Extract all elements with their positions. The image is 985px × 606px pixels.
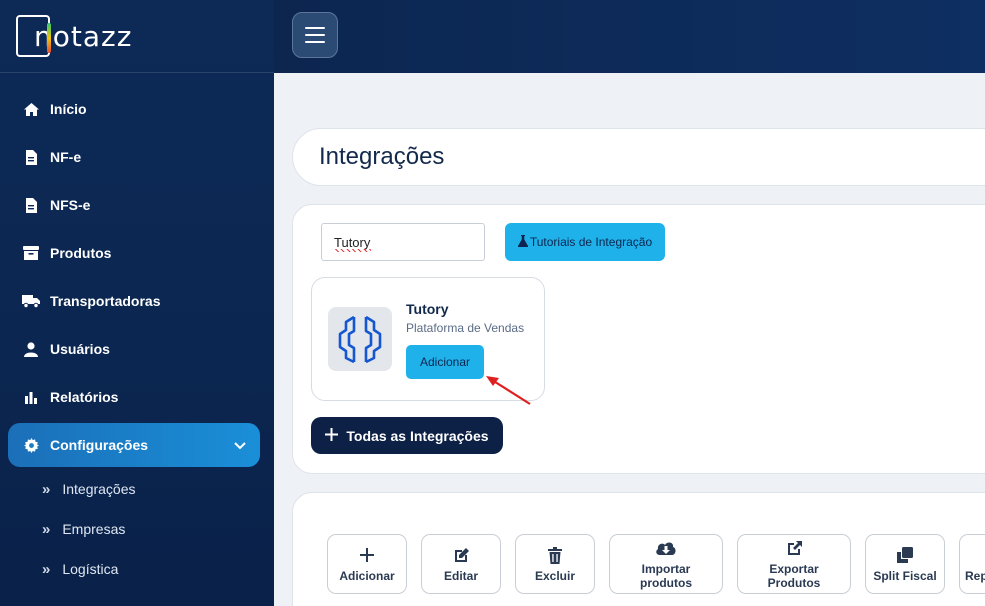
brand-logo[interactable]: notazz	[16, 15, 132, 57]
toolbar-button-label: Repl	[965, 569, 985, 583]
file-icon	[22, 149, 40, 165]
page-title-card: Integrações	[292, 128, 985, 186]
replicate-button[interactable]: Repl	[959, 534, 985, 594]
sidebar-item-label: Usuários	[50, 341, 110, 357]
bar-chart-icon	[22, 389, 40, 405]
toolbar-button-label: Split Fiscal	[873, 569, 937, 583]
toolbar-button-label: Excluir	[534, 569, 576, 583]
gear-icon	[22, 437, 40, 453]
home-icon	[22, 101, 40, 117]
archive-icon	[22, 245, 40, 261]
sidebar-item-produtos[interactable]: Produtos	[0, 229, 274, 277]
toolbar-button-label: Adicionar	[339, 569, 395, 583]
import-products-button[interactable]: Importar produtos	[609, 534, 723, 594]
sidebar-item-label: Configurações	[50, 437, 149, 453]
delete-product-button[interactable]: Excluir	[515, 534, 595, 594]
toolbar-button-label: Exportar Produtos	[767, 562, 821, 590]
hamburger-icon	[305, 27, 325, 29]
external-link-icon	[786, 538, 803, 558]
add-product-button[interactable]: Adicionar	[327, 534, 407, 594]
sidebar-item-nfe[interactable]: NF-e	[0, 133, 274, 181]
sidebar-item-label: Início	[50, 101, 87, 117]
submenu-item-label: Integrações	[62, 481, 136, 497]
sidebar-submenu: » Integrações » Empresas » Logística	[0, 469, 274, 589]
logo-row: notazz	[0, 0, 274, 73]
hamburger-icon	[305, 41, 325, 43]
integration-subtitle: Plataforma de Vendas	[406, 321, 525, 335]
plus-icon	[325, 427, 339, 444]
split-fiscal-button[interactable]: Split Fiscal	[865, 534, 945, 594]
sidebar: notazz Início NF-e NFS-e Produtos Transp…	[0, 0, 274, 606]
sidebar-item-label: Transportadoras	[50, 293, 161, 309]
submenu-item-logistica[interactable]: » Logística	[0, 549, 274, 589]
sidebar-item-label: NF-e	[50, 149, 82, 165]
trash-icon	[548, 545, 562, 565]
all-integrations-button[interactable]: Todas as Integrações	[311, 417, 503, 454]
tutory-logo-icon	[328, 307, 392, 371]
user-icon	[22, 341, 40, 357]
sidebar-item-inicio[interactable]: Início	[0, 85, 274, 133]
products-panel: Adicionar Editar Excluir Importar produt…	[292, 492, 985, 606]
edit-product-button[interactable]: Editar	[421, 534, 501, 594]
submenu-item-empresas[interactable]: » Empresas	[0, 509, 274, 549]
red-arrow-annotation-icon	[486, 376, 531, 405]
edit-icon	[453, 545, 470, 565]
sidebar-item-label: Produtos	[50, 245, 112, 261]
submenu-item-label: Empresas	[62, 521, 126, 537]
sidebar-item-configuracoes[interactable]: Configurações	[8, 423, 260, 467]
sidebar-item-relatorios[interactable]: Relatórios	[0, 373, 274, 421]
submenu-item-label: Logística	[62, 561, 119, 577]
integrations-panel: Tutoriais de Integração Tutory Plataform…	[292, 204, 985, 474]
main-content: Integrações Tutoriais de Integração	[274, 73, 985, 606]
tutorials-button-label: Tutoriais de Integração	[529, 235, 653, 249]
plus-icon	[360, 545, 374, 565]
sidebar-item-usuarios[interactable]: Usuários	[0, 325, 274, 373]
sidebar-nav: Início NF-e NFS-e Produtos Transportador…	[0, 73, 274, 467]
cloud-download-icon	[655, 538, 677, 558]
toolbar-button-label: Editar	[443, 569, 478, 583]
logo-mark-icon	[16, 15, 51, 57]
page-title: Integrações	[319, 143, 445, 170]
toolbar-button-label: Importar produtos	[640, 562, 692, 590]
export-products-button[interactable]: Exportar Produtos	[737, 534, 851, 594]
hamburger-menu-button[interactable]	[292, 12, 338, 58]
spellcheck-underline	[335, 249, 371, 252]
flask-icon	[517, 234, 528, 250]
submenu-item-integracoes[interactable]: » Integrações	[0, 469, 274, 509]
top-bar	[274, 0, 985, 73]
products-toolbar: Adicionar Editar Excluir Importar produt…	[327, 534, 985, 594]
truck-icon	[22, 293, 40, 309]
chevron-down-icon	[234, 437, 246, 453]
double-chevron-right-icon: »	[42, 480, 51, 498]
integration-card-tutory[interactable]: Tutory Plataforma de Vendas Adicionar	[311, 277, 545, 405]
sidebar-item-label: Relatórios	[50, 389, 119, 405]
all-integrations-label: Todas as Integrações	[346, 427, 489, 444]
sidebar-item-nfse[interactable]: NFS-e	[0, 181, 274, 229]
sidebar-item-transportadoras[interactable]: Transportadoras	[0, 277, 274, 325]
double-chevron-right-icon: »	[42, 520, 51, 538]
tutorials-button[interactable]: Tutoriais de Integração	[505, 223, 665, 261]
hamburger-icon	[305, 34, 325, 36]
copy-icon	[897, 545, 913, 565]
double-chevron-right-icon: »	[42, 560, 51, 578]
integration-search-input[interactable]	[321, 223, 485, 261]
sidebar-item-label: NFS-e	[50, 197, 91, 213]
add-integration-button[interactable]: Adicionar	[406, 345, 484, 379]
file-icon	[22, 197, 40, 213]
integration-name: Tutory	[406, 301, 449, 317]
